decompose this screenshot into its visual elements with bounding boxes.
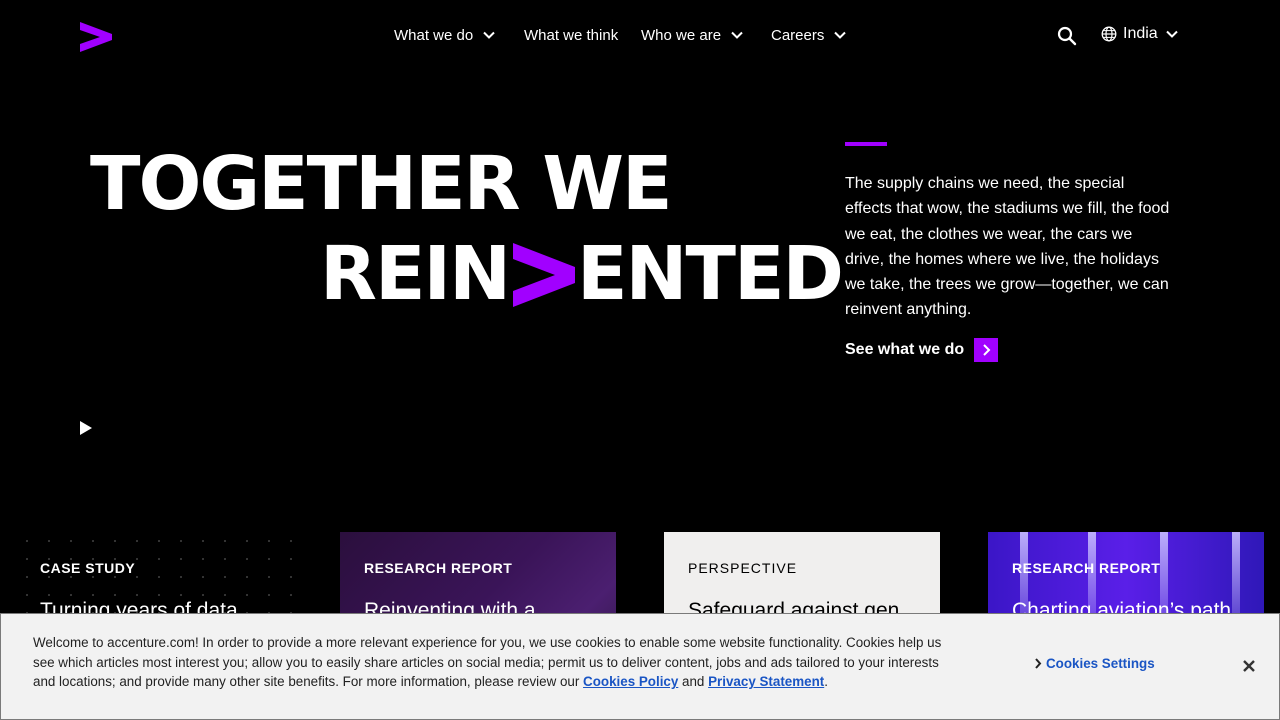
cookie-banner: Welcome to accenture.com! In order to pr… [0,613,1280,720]
accent-bar [845,142,887,146]
chevron-down-icon [1165,30,1178,38]
locale-label: India [1123,25,1158,42]
close-icon[interactable] [1241,658,1257,674]
nav-label: What we do [394,26,474,44]
card-tag: PERSPECTIVE [688,560,798,576]
nav-careers[interactable]: Careers [771,24,847,46]
hero-headline-line1: TOGETHER WE [90,141,673,227]
main-nav: What we do What we think Who we are Care… [394,24,847,46]
cta-arrow-box [974,338,999,362]
hero-description: The supply chains we need, the special e… [845,175,1170,319]
card-tag: RESEARCH REPORT [1012,560,1161,576]
cookie-message: Welcome to accenture.com! In order to pr… [33,633,963,692]
nav-what-we-think[interactable]: What we think [524,24,641,46]
cookies-settings-label: Cookies Settings [1046,656,1155,671]
site-header: What we do What we think Who we are Care… [0,0,1280,70]
hero-headline-line2: REIN ENTED [320,231,844,317]
see-what-we-do-link[interactable]: See what we do [845,338,999,362]
play-icon[interactable] [79,420,93,436]
search-icon[interactable] [1057,26,1077,46]
card-tag: RESEARCH REPORT [364,560,513,576]
chevron-down-icon [483,31,495,39]
chevron-down-icon [731,31,743,39]
nav-label: Who we are [641,26,722,44]
cookies-policy-link[interactable]: Cookies Policy [583,674,678,689]
hero-headline-start: REIN [320,231,511,317]
cookie-period: . [824,674,828,690]
cta-label: See what we do [845,341,965,358]
accenture-logo[interactable] [80,22,112,52]
nav-who-we-are[interactable]: Who we are [641,24,771,46]
greater-than-icon [513,243,575,307]
cookies-settings-button[interactable]: Cookies Settings [1034,656,1155,671]
hero-headline-end: ENTED [577,231,844,317]
cookie-and-text: and [678,674,709,690]
globe-icon [1101,26,1117,42]
chevron-right-icon [982,344,991,356]
locale-selector[interactable]: India [1101,25,1178,43]
card-tag: CASE STUDY [40,560,136,576]
nav-what-we-do[interactable]: What we do [394,24,524,46]
privacy-statement-link[interactable]: Privacy Statement [708,674,824,689]
chevron-down-icon [834,31,847,39]
chevron-right-icon [1035,658,1042,669]
nav-label: What we think [524,26,619,44]
nav-label: Careers [771,26,825,44]
